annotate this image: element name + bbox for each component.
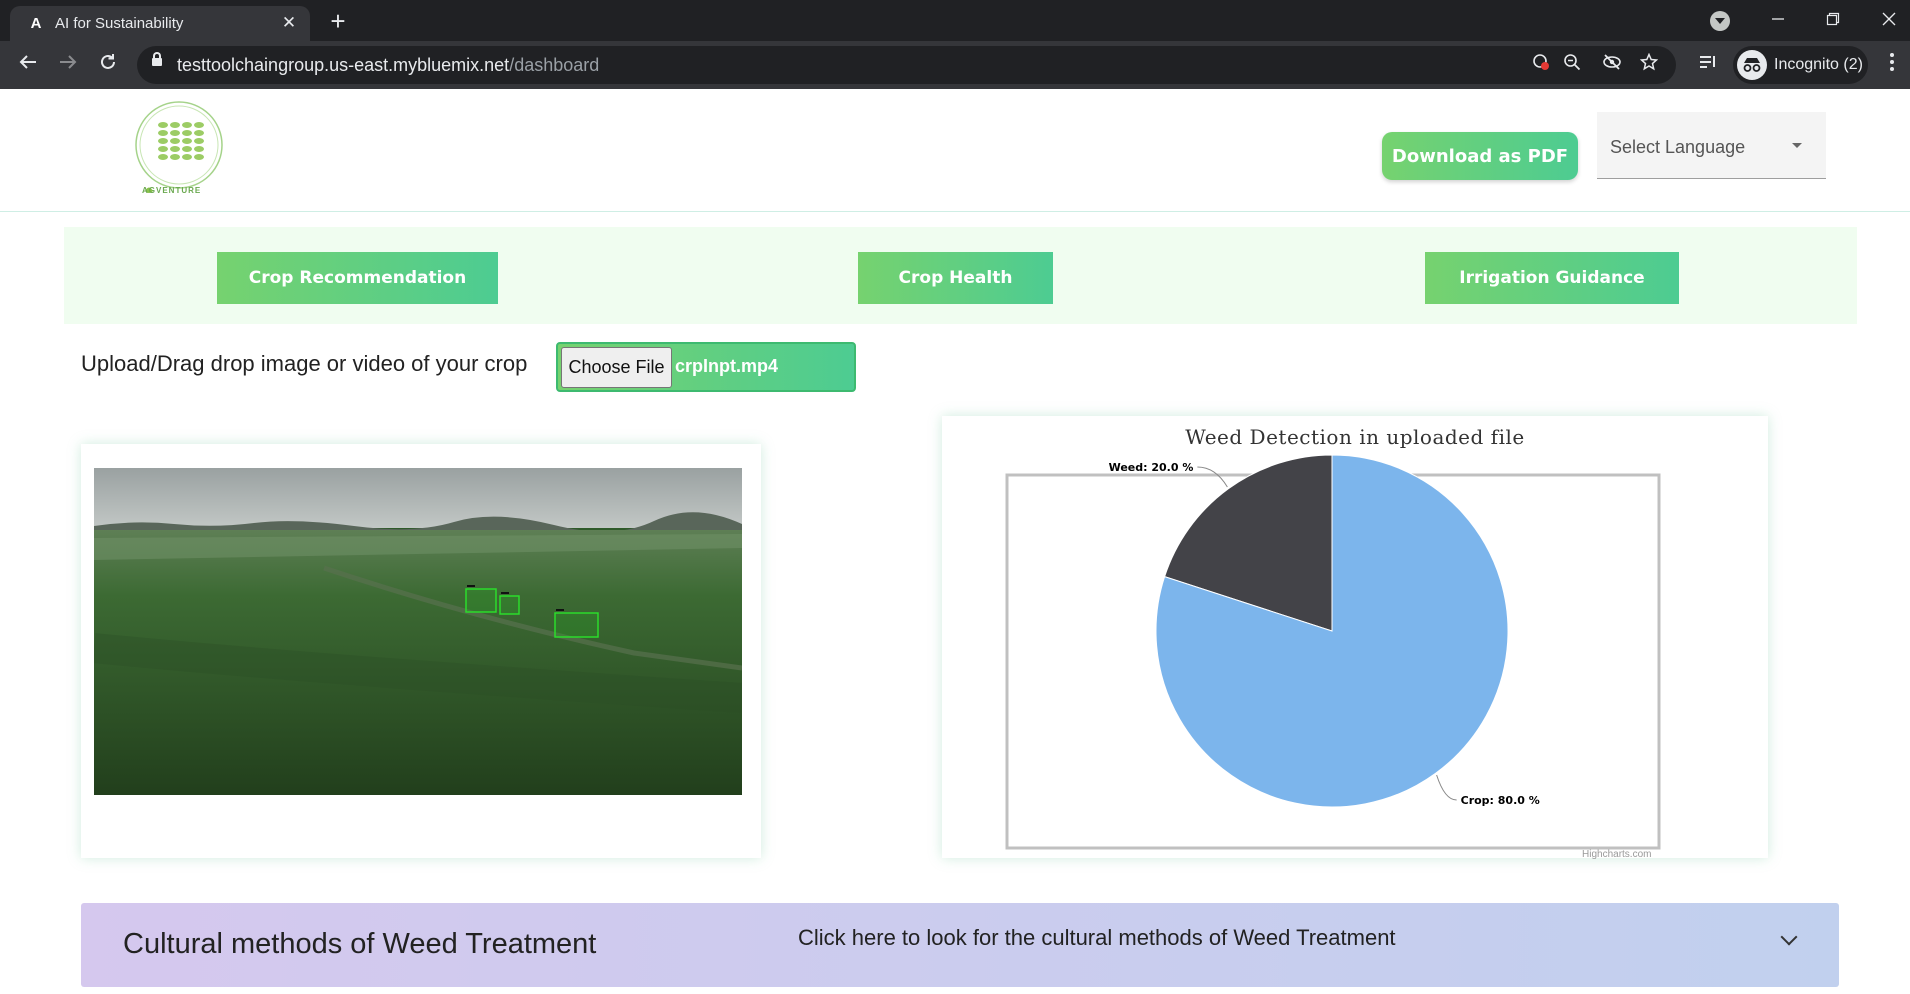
browser-tab-bar: A AI for Sustainability ✕ + [0, 0, 1910, 41]
caret-down-icon [1792, 143, 1802, 148]
download-pdf-button[interactable]: Download as PDF [1382, 132, 1578, 180]
logo-caption: AGVENTURE [142, 186, 202, 195]
pie-label-crop: Crop: 80.0 % [1461, 794, 1540, 807]
selected-file-name: crpInpt.mp4 [675, 356, 779, 376]
back-arrow-icon[interactable] [12, 49, 44, 81]
crop-video-player[interactable] [94, 468, 742, 795]
tab-favicon-icon: A [30, 15, 42, 32]
language-select[interactable]: Select Language [1597, 112, 1826, 179]
tab-title: AI for Sustainability [55, 15, 184, 32]
browser-toolbar: testtoolchaingroup.us-east.mybluemix.net… [0, 41, 1910, 89]
reload-icon[interactable] [92, 49, 124, 81]
cultural-methods-accordion[interactable]: Cultural methods of Weed Treatment Click… [81, 903, 1839, 987]
url-text[interactable]: testtoolchaingroup.us-east.mybluemix.net… [177, 55, 599, 75]
blocked-cookie-icon[interactable] [1529, 53, 1553, 77]
tab-close-icon[interactable]: ✕ [278, 12, 300, 34]
forward-arrow-icon[interactable] [52, 49, 84, 81]
zoom-icon[interactable] [1560, 53, 1584, 77]
incognito-profile-button[interactable]: Incognito (2) [1733, 46, 1868, 84]
incognito-label: Incognito (2) [1774, 56, 1863, 73]
pie-label-weed: Weed: 20.0 % [1109, 461, 1194, 474]
restore-icon[interactable] [1816, 6, 1850, 34]
weed-detection-chart-card: Weed Detection in uploaded file Weed: 20… [942, 416, 1768, 858]
crop-health-button[interactable]: Crop Health [858, 252, 1053, 304]
chart-credits[interactable]: Highcharts.com [1582, 849, 1651, 860]
minimize-icon[interactable] [1761, 6, 1795, 34]
video-preview-card [81, 444, 761, 858]
tracking-blocked-icon[interactable] [1600, 53, 1624, 77]
feature-nav: Crop Recommendation Crop Health Irrigati… [64, 227, 1857, 324]
more-vert-icon[interactable] [1878, 49, 1906, 81]
lock-icon[interactable] [152, 52, 162, 66]
star-icon[interactable] [1637, 52, 1661, 77]
reading-list-icon[interactable] [1696, 53, 1720, 77]
chevron-down-icon[interactable] [1780, 928, 1798, 946]
crop-recommendation-button[interactable]: Crop Recommendation [217, 252, 498, 304]
file-upload-input[interactable]: Choose File crpInpt.mp4 [556, 342, 856, 392]
incognito-icon [1737, 50, 1767, 80]
tab-search-icon[interactable] [1710, 11, 1730, 31]
accordion-link-text[interactable]: Click here to look for the cultural meth… [798, 925, 1396, 951]
language-select-value: Select Language [1610, 137, 1746, 157]
address-bar[interactable]: testtoolchaingroup.us-east.mybluemix.net… [137, 46, 1676, 84]
close-window-icon[interactable] [1872, 6, 1906, 34]
new-tab-button[interactable]: + [323, 8, 353, 36]
weed-detection-pie-chart: Weed: 20.0 % Crop: 80.0 % [1005, 454, 1661, 850]
page-content: AGVENTURE Download as PDF Select Languag… [0, 89, 1910, 994]
accordion-title: Cultural methods of Weed Treatment [123, 928, 597, 960]
site-header: AGVENTURE Download as PDF Select Languag… [0, 89, 1910, 212]
irrigation-guidance-button[interactable]: Irrigation Guidance [1425, 252, 1679, 304]
upload-label: Upload/Drag drop image or video of your … [81, 351, 528, 376]
choose-file-button[interactable]: Choose File [561, 347, 672, 388]
browser-tab[interactable]: A AI for Sustainability ✕ [10, 6, 310, 41]
